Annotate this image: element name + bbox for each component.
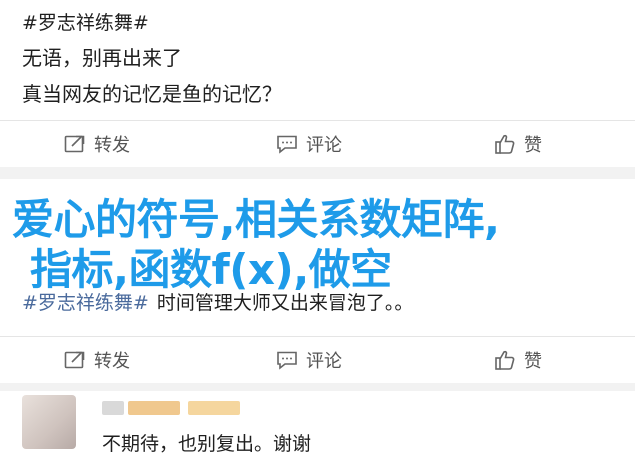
comment-label: 评论: [306, 135, 342, 156]
thumbs-up-icon: [494, 133, 516, 155]
post-2-action-bar: 转发 评论 赞: [0, 337, 635, 383]
thumbs-up-icon: [494, 349, 516, 371]
blurred-username: [102, 401, 124, 415]
repost-label: 转发: [94, 135, 130, 156]
post-separator: [0, 167, 635, 179]
avatar[interactable]: [22, 395, 76, 449]
post-2-text-row: #罗志祥练舞# 时间管理大师又出来冒泡了。。: [22, 288, 413, 315]
comment-button[interactable]: 评论: [276, 337, 342, 383]
overlay-headline: 爱心的符号,相关系数矩阵, 指标,函数f(x),做空: [0, 182, 635, 294]
comment-button[interactable]: 评论: [276, 121, 342, 167]
comment-icon: [276, 134, 298, 154]
repost-label: 转发: [94, 351, 130, 372]
like-label: 赞: [524, 351, 542, 372]
post-1-line-1: 无语，别再出来了: [22, 46, 182, 70]
repost-icon: [64, 350, 86, 370]
comment-item: 不期待，也别复出。谢谢: [0, 391, 635, 471]
like-label: 赞: [524, 135, 542, 156]
like-button[interactable]: 赞: [494, 337, 542, 383]
repost-button[interactable]: 转发: [64, 121, 130, 167]
post-1-line-2: 真当网友的记忆是鱼的记忆？: [22, 82, 282, 106]
post-1-action-bar: 转发 评论 赞: [0, 121, 635, 167]
like-button[interactable]: 赞: [494, 121, 542, 167]
blurred-badge: [188, 401, 240, 415]
blurred-badge: [128, 401, 180, 415]
post-2-topic[interactable]: #罗志祥练舞#: [22, 292, 149, 314]
repost-icon: [64, 134, 86, 154]
comment-text: 不期待，也别复出。谢谢: [102, 433, 312, 455]
comment-icon: [276, 350, 298, 370]
repost-button[interactable]: 转发: [64, 337, 130, 383]
post-separator: [0, 383, 635, 391]
post-2-text: 时间管理大师又出来冒泡了。。: [156, 292, 414, 314]
post-1-topic[interactable]: #罗志祥练舞#: [22, 8, 149, 35]
comment-label: 评论: [306, 351, 342, 372]
